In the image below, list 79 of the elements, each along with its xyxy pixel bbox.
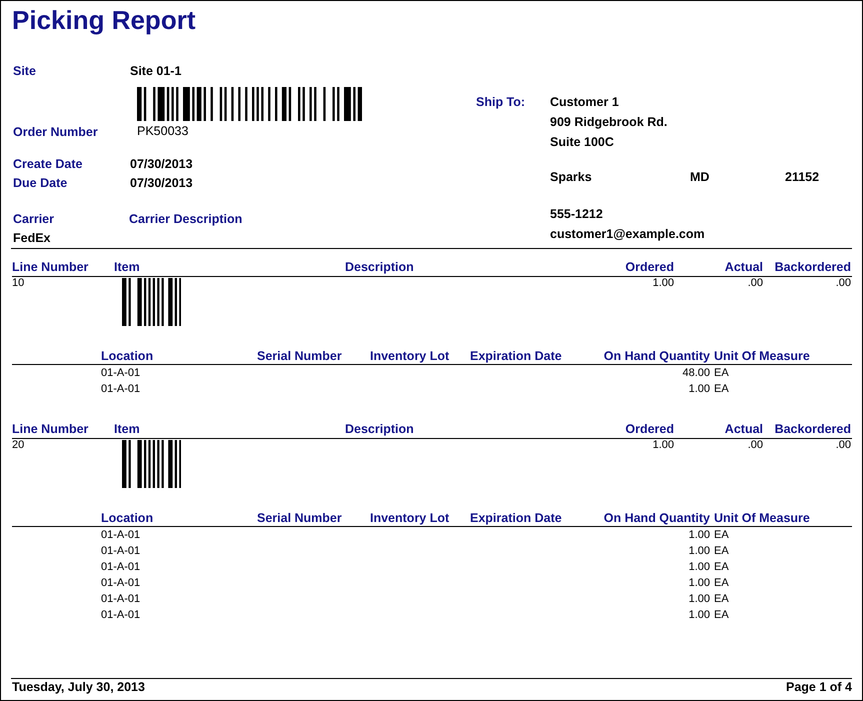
page-number: Page 1 of 4 bbox=[786, 679, 852, 696]
field-value: FedEx bbox=[13, 230, 51, 246]
column-header: Description bbox=[345, 422, 414, 436]
table-cell: 01-A-01 bbox=[101, 560, 140, 573]
table-cell: .00 bbox=[836, 277, 851, 289]
column-header: Serial Number bbox=[257, 349, 342, 363]
report-title: Picking Report bbox=[12, 4, 196, 36]
address-line: 909 Ridgebrook Rd. bbox=[550, 114, 668, 130]
table-cell: 01-A-01 bbox=[101, 382, 140, 395]
table-cell: 1.00 bbox=[688, 528, 710, 541]
email-address: customer1@example.com bbox=[550, 226, 705, 242]
footer-date: Tuesday, July 30, 2013 bbox=[12, 679, 145, 696]
table-cell: EA bbox=[714, 528, 729, 541]
table-cell: 48.00 bbox=[682, 366, 710, 379]
column-header: Ordered bbox=[625, 422, 674, 436]
column-header: Description bbox=[345, 260, 414, 274]
column-header: Unit Of Measure bbox=[714, 349, 810, 363]
table-cell: EA bbox=[714, 592, 729, 605]
table-cell: 1.00 bbox=[652, 277, 674, 289]
column-header: Inventory Lot bbox=[370, 511, 450, 525]
column-header: Item bbox=[114, 422, 140, 436]
table-cell: 1.00 bbox=[688, 382, 710, 395]
field-label: Site bbox=[13, 64, 36, 78]
phone-number: 555-1212 bbox=[550, 206, 603, 222]
column-header: On Hand Quantity bbox=[604, 349, 710, 363]
column-header: Item bbox=[114, 260, 140, 274]
column-header: Backordered bbox=[774, 260, 851, 274]
table-cell: 10 bbox=[12, 277, 24, 289]
field-label: Carrier Description bbox=[129, 211, 242, 227]
column-header: Inventory Lot bbox=[370, 349, 450, 363]
table-cell: .00 bbox=[748, 277, 763, 289]
column-header: Unit Of Measure bbox=[714, 511, 810, 525]
table-cell: 1.00 bbox=[688, 560, 710, 573]
table-cell: 01-A-01 bbox=[101, 576, 140, 589]
column-header: Serial Number bbox=[257, 511, 342, 525]
table-cell: 01-A-01 bbox=[101, 592, 140, 605]
table-cell: 1.00 bbox=[688, 592, 710, 605]
column-header: Location bbox=[101, 349, 154, 363]
table-cell: 1.00 bbox=[652, 439, 674, 451]
address-line: Customer 1 bbox=[550, 94, 619, 110]
table-cell: 1.00 bbox=[688, 576, 710, 589]
field-label: Ship To: bbox=[476, 94, 526, 110]
column-header: On Hand Quantity bbox=[604, 511, 710, 525]
column-header: Expiration Date bbox=[470, 349, 562, 363]
table-cell: EA bbox=[714, 366, 729, 379]
table-cell: .00 bbox=[836, 439, 851, 451]
column-header: Line Number bbox=[12, 260, 88, 274]
column-header: Actual bbox=[724, 422, 763, 436]
field-value: 07/30/2013 bbox=[130, 156, 193, 172]
table-cell: 20 bbox=[12, 439, 24, 451]
table-cell: EA bbox=[714, 576, 729, 589]
table-cell: EA bbox=[714, 382, 729, 395]
column-header: Actual bbox=[724, 260, 763, 274]
table-cell: 01-A-01 bbox=[101, 544, 140, 557]
field-label: Order Number bbox=[13, 125, 98, 139]
field-value: Site 01-1 bbox=[130, 63, 182, 79]
field-label: Carrier bbox=[13, 212, 54, 226]
address-state: MD bbox=[690, 170, 710, 184]
address-line: Suite 100C bbox=[550, 134, 614, 150]
table-cell: EA bbox=[714, 560, 729, 573]
table-cell: 1.00 bbox=[688, 544, 710, 557]
table-cell: 01-A-01 bbox=[101, 608, 140, 621]
table-cell: 01-A-01 bbox=[101, 366, 140, 379]
field-label: Due Date bbox=[13, 176, 68, 190]
address-city: Sparks bbox=[550, 170, 592, 184]
column-header: Expiration Date bbox=[470, 511, 562, 525]
table-cell: EA bbox=[714, 544, 729, 557]
column-header: Ordered bbox=[625, 260, 674, 274]
table-cell: .00 bbox=[748, 439, 763, 451]
field-label: Create Date bbox=[13, 157, 82, 171]
address-zip: 21152 bbox=[785, 169, 820, 185]
column-header: Location bbox=[101, 511, 154, 525]
table-cell: 01-A-01 bbox=[101, 528, 140, 541]
column-header: Line Number bbox=[12, 422, 88, 436]
column-header: Backordered bbox=[774, 422, 851, 436]
table-cell: EA bbox=[714, 608, 729, 621]
table-cell: 1.00 bbox=[688, 608, 710, 621]
field-value: 07/30/2013 bbox=[130, 175, 193, 191]
field-value: PK50033 bbox=[137, 123, 188, 140]
